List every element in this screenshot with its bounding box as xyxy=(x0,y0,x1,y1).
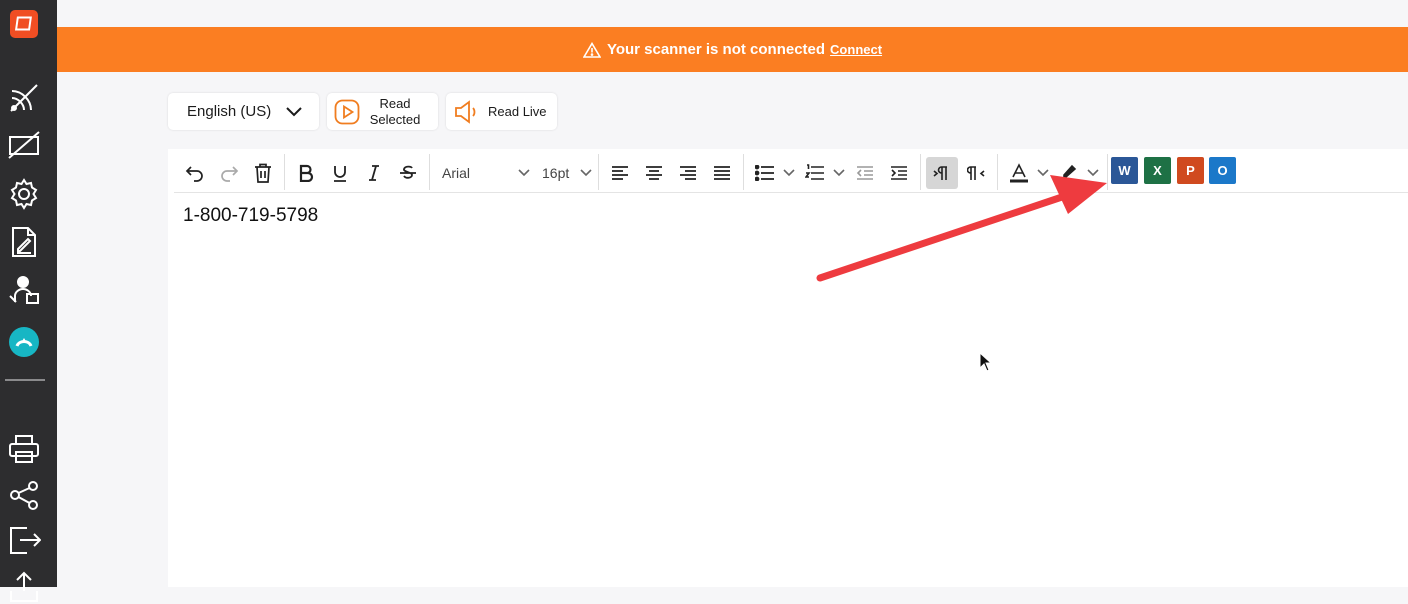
read-live-label: Read Live xyxy=(488,104,547,119)
sidebar-divider xyxy=(5,379,45,381)
bullet-list-icon[interactable] xyxy=(750,158,780,188)
scan-signal-icon[interactable] xyxy=(6,80,42,116)
align-left-icon[interactable] xyxy=(605,158,635,188)
screen-off-icon[interactable] xyxy=(6,127,42,163)
chevron-down-icon[interactable] xyxy=(832,158,846,188)
sidebar xyxy=(0,0,57,602)
editor-toolbar: Arial 16pt W X P O xyxy=(174,154,1408,193)
chevron-down-icon xyxy=(580,169,592,177)
font-family-value: Arial xyxy=(442,165,471,181)
warning-icon xyxy=(582,41,601,58)
align-center-icon[interactable] xyxy=(639,158,669,188)
teal-circle-icon[interactable] xyxy=(6,323,42,359)
mouse-cursor-icon xyxy=(979,352,993,372)
language-label: English (US) xyxy=(187,103,272,120)
play-icon xyxy=(334,99,360,124)
underline-icon[interactable] xyxy=(325,158,355,188)
word-icon[interactable]: W xyxy=(1111,157,1138,184)
read-selected-label: Read Selected xyxy=(369,95,421,127)
chevron-down-icon[interactable] xyxy=(782,158,796,188)
align-justify-icon[interactable] xyxy=(707,158,737,188)
align-right-icon[interactable] xyxy=(673,158,703,188)
read-selected-button[interactable]: Read Selected xyxy=(327,93,438,130)
italic-icon[interactable] xyxy=(359,158,389,188)
document-edit-icon[interactable] xyxy=(6,224,42,260)
scanner-warning-banner: Your scanner is not connected Connect xyxy=(57,27,1408,72)
printer-icon[interactable] xyxy=(6,431,42,467)
powerpoint-icon[interactable]: P xyxy=(1177,157,1204,184)
redo-icon[interactable] xyxy=(214,158,244,188)
banner-message: Your scanner is not connected xyxy=(606,41,826,58)
ltr-direction-icon[interactable] xyxy=(926,157,958,189)
text-color-icon[interactable] xyxy=(1004,158,1034,188)
speaker-icon xyxy=(455,99,476,124)
share-icon[interactable] xyxy=(6,477,42,513)
rtl-direction-icon[interactable] xyxy=(961,158,991,188)
indent-icon[interactable] xyxy=(884,158,914,188)
exit-icon[interactable] xyxy=(6,522,42,558)
language-select[interactable]: English (US) xyxy=(168,93,319,130)
font-size-value: 16pt xyxy=(542,165,570,181)
app-logo-icon[interactable] xyxy=(10,10,38,38)
chevron-down-icon[interactable] xyxy=(1086,158,1100,188)
excel-icon[interactable]: X xyxy=(1144,157,1171,184)
undo-icon[interactable] xyxy=(180,158,210,188)
editor[interactable]: Arial 16pt W X P O 1-800-719-5798 xyxy=(168,149,1408,587)
chevron-down-icon xyxy=(518,169,530,177)
trash-icon[interactable] xyxy=(248,158,278,188)
settings-gear-icon[interactable] xyxy=(6,176,42,212)
strikethrough-icon[interactable] xyxy=(393,158,423,188)
connect-link[interactable]: Connect xyxy=(830,42,882,57)
outdent-icon[interactable] xyxy=(850,158,880,188)
numbered-list-icon[interactable] xyxy=(800,158,830,188)
chevron-down-icon[interactable] xyxy=(1036,158,1050,188)
highlight-color-icon[interactable] xyxy=(1054,158,1084,188)
font-family-select[interactable]: Arial xyxy=(442,160,530,186)
bold-icon[interactable] xyxy=(291,158,321,188)
upload-icon[interactable] xyxy=(6,568,42,604)
outlook-icon[interactable]: O xyxy=(1209,157,1236,184)
document-content[interactable]: 1-800-719-5798 xyxy=(183,205,318,227)
chevron-down-icon xyxy=(286,106,302,116)
read-live-button[interactable]: Read Live xyxy=(446,93,557,130)
teacher-board-icon[interactable] xyxy=(6,273,42,309)
font-size-select[interactable]: 16pt xyxy=(542,160,592,186)
